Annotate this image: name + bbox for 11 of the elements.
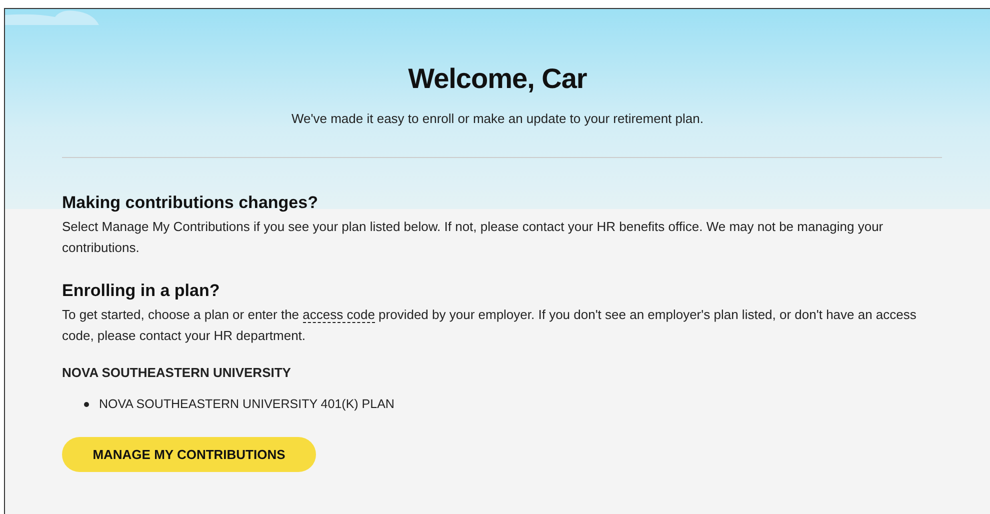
bullet-icon [84, 402, 89, 406]
employer-name: NOVA SOUTHEASTERN UNIVERSITY [62, 365, 292, 380]
section-text: Select Manage My Contributions if you see your plan listed below. If not, please contact your HR benefits office. We may not be managing your contributions. [62, 218, 884, 257]
access-code-link[interactable]: access code [302, 307, 375, 323]
section-heading: Enrolling in a plan? [62, 281, 221, 301]
section-text: To get started, choose a plan or enter the access code provided by your employer. If you don't see an employer's plan listed, or don't have an access code, please contact your HR department. [62, 306, 918, 345]
plan-name: NOVA SOUTHEASTERN UNIVERSITY 401(K) PLAN [99, 397, 394, 411]
welcome-title: Welcome, Car [408, 63, 587, 95]
manage-contributions-button[interactable]: MANAGE MY CONTRIBUTIONS [62, 437, 316, 472]
welcome-subtitle: We've made it easy to enroll or make an update to your retirement plan. [292, 111, 704, 126]
section-heading: Making contributions changes? [62, 193, 319, 213]
